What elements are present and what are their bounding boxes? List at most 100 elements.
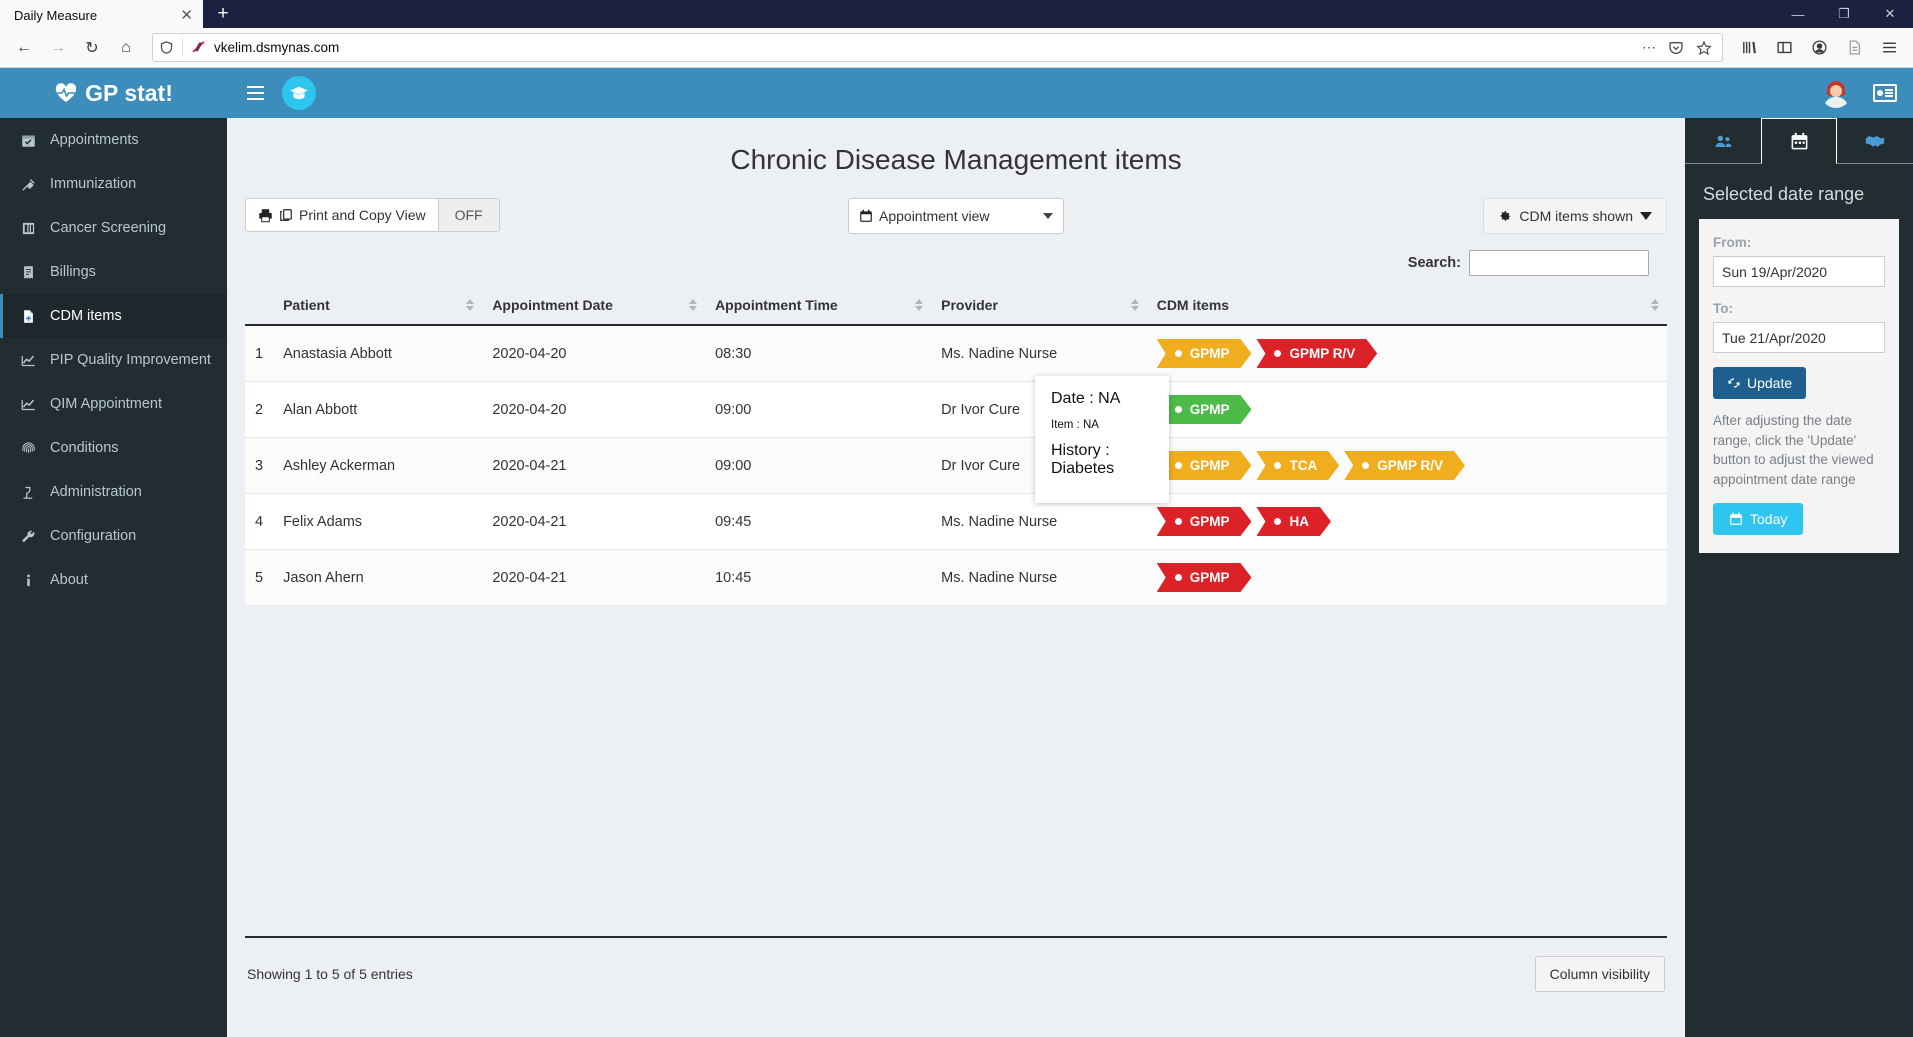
refresh-icon: [1727, 376, 1741, 390]
bookmark-star-icon[interactable]: [1696, 40, 1712, 56]
search-input[interactable]: [1469, 250, 1649, 276]
sidebar-item-configuration[interactable]: Configuration: [0, 514, 227, 558]
th-appointment-date-label: Appointment Date: [492, 297, 613, 313]
sidebar-item-cancer-screening[interactable]: Cancer Screening: [0, 206, 227, 250]
to-date-input[interactable]: [1713, 322, 1885, 353]
sidebar-item-qim-appointment[interactable]: QIM Appointment: [0, 382, 227, 426]
tracking-blocked-icon[interactable]: [191, 40, 206, 55]
right-panel-title: Selected date range: [1703, 184, 1865, 204]
sidebar-item-administration[interactable]: Administration: [0, 470, 227, 514]
cdm-badge[interactable]: HA: [1256, 507, 1331, 536]
cdm-table-panel: Patient Appointment Date Appointment Tim…: [245, 286, 1667, 992]
cdm-badge[interactable]: GPMP R/V: [1344, 451, 1465, 480]
cdm-items-shown-button[interactable]: CDM items shown: [1483, 198, 1667, 234]
cdm-badge[interactable]: GPMP: [1157, 507, 1252, 536]
chevron-down-icon: [1043, 213, 1053, 219]
shield-icon[interactable]: [159, 40, 174, 55]
cdm-badge[interactable]: GPMP: [1157, 563, 1252, 592]
th-cdm-items[interactable]: CDM items: [1146, 286, 1667, 326]
th-appointment-time[interactable]: Appointment Time: [705, 286, 932, 326]
sort-icon[interactable]: [689, 299, 698, 311]
cdm-badge[interactable]: GPMP: [1157, 451, 1252, 480]
cdm-badge-list: GPMP: [1157, 395, 1657, 424]
pocket-icon[interactable]: [1668, 40, 1684, 56]
badge-dot-icon: [1175, 406, 1182, 413]
library-icon[interactable]: [1733, 33, 1765, 63]
print-and-copy-view-button[interactable]: Print and Copy View: [246, 199, 438, 231]
table-row[interactable]: 3 Ashley Ackerman 2020-04-21 09:00 Dr Ivor C…: [245, 437, 1667, 494]
sort-icon[interactable]: [915, 299, 924, 311]
sort-icon[interactable]: [1130, 299, 1139, 311]
print-copy-label: Print and Copy View: [299, 207, 426, 223]
th-provider[interactable]: Provider: [931, 286, 1147, 326]
cell-appointment-date: 2020-04-20: [482, 381, 706, 438]
back-icon[interactable]: ←: [8, 33, 40, 63]
sort-icon[interactable]: [466, 299, 475, 311]
new-tab-button[interactable]: +: [203, 0, 243, 28]
update-label: Update: [1747, 375, 1793, 391]
cdm-badge[interactable]: GPMP: [1157, 339, 1252, 368]
cdm-badge-label: GPMP: [1189, 458, 1230, 473]
cdm-badge[interactable]: TCA: [1256, 451, 1339, 480]
cdm-badge-label: GPMP: [1189, 402, 1230, 417]
badge-dot-icon: [1274, 462, 1281, 469]
cdm-badge[interactable]: GPMP R/V: [1256, 339, 1377, 368]
cell-appointment-time: 09:00: [705, 437, 932, 494]
sidebar-item-immunization[interactable]: Immunization: [0, 162, 227, 206]
account-icon[interactable]: [1803, 33, 1835, 63]
address-bar[interactable]: vkelim.dsmynas.com ⋯: [152, 33, 1723, 62]
sidebar-toggle-icon[interactable]: [1768, 33, 1800, 63]
fingerprint-icon: [19, 441, 37, 456]
table-head: Patient Appointment Date Appointment Tim…: [245, 286, 1667, 326]
from-label: From:: [1713, 235, 1752, 250]
browser-tab-title: Daily Measure: [14, 7, 98, 23]
date-range-help-text: After adjusting the date range, click th…: [1713, 413, 1874, 487]
browser-tab[interactable]: Daily Measure ✕: [0, 0, 203, 28]
tab-handshake[interactable]: [1837, 118, 1913, 163]
update-button[interactable]: Update: [1713, 367, 1807, 399]
cdm-badge-label: GPMP R/V: [1289, 346, 1356, 361]
page-actions-icon[interactable]: ⋯: [1642, 39, 1656, 56]
reload-icon[interactable]: ↻: [76, 33, 108, 63]
sidebar-item-about[interactable]: About: [0, 558, 227, 602]
brand-logo[interactable]: GP stat!: [0, 68, 227, 118]
sidebar-item-appointments[interactable]: Appointments: [0, 118, 227, 162]
microscope-icon: [19, 485, 37, 500]
table-row[interactable]: 4 Felix Adams 2020-04-21 09:45 Ms. Nadine Nu…: [245, 493, 1667, 550]
maximize-icon[interactable]: ❐: [1821, 0, 1867, 28]
th-patient[interactable]: Patient: [273, 286, 483, 326]
column-visibility-button[interactable]: Column visibility: [1534, 956, 1665, 992]
forward-icon[interactable]: →: [42, 33, 74, 63]
app-menu-icon[interactable]: [1873, 33, 1905, 63]
tab-patients[interactable]: [1685, 118, 1761, 163]
table-row[interactable]: 1 Anastasia Abbott 2020-04-20 08:30 Ms. Nadi…: [245, 325, 1667, 382]
close-icon[interactable]: ✕: [180, 8, 193, 23]
avatar[interactable]: [1821, 78, 1851, 108]
copy-icon: [279, 208, 293, 222]
table-row[interactable]: 5 Jason Ahern 2020-04-21 10:45 Ms. Nadine Nu…: [245, 549, 1667, 606]
cell-cdm-items: GPMP GPMP R/V: [1146, 325, 1667, 382]
cdm-badge[interactable]: GPMP: [1157, 395, 1252, 424]
sidebar-item-conditions[interactable]: Conditions: [0, 426, 227, 470]
tab-date-range[interactable]: [1761, 118, 1837, 164]
sidebar-item-pip-quality-improvement[interactable]: PIP Quality Improvement: [0, 338, 227, 382]
th-appointment-date[interactable]: Appointment Date: [482, 286, 706, 326]
menu-toggle-icon[interactable]: [243, 82, 268, 105]
sidebar-item-cdm-items[interactable]: CDM items: [0, 294, 227, 338]
cell-index: 3: [245, 437, 274, 494]
minimize-icon[interactable]: —: [1775, 0, 1821, 28]
window-close-icon[interactable]: ✕: [1867, 0, 1913, 28]
receipt-icon: [19, 265, 37, 280]
home-icon[interactable]: ⌂: [110, 33, 142, 63]
graduation-cap-icon[interactable]: [282, 76, 316, 110]
reader-mode-icon[interactable]: [1838, 33, 1870, 63]
sidebar-item-billings[interactable]: Billings: [0, 250, 227, 294]
table-row[interactable]: 2 Alan Abbott 2020-04-20 09:00 Dr Ivor Cure G…: [245, 381, 1667, 438]
today-button[interactable]: Today: [1713, 503, 1804, 536]
sort-icon[interactable]: [1651, 299, 1659, 311]
body-row: Chronic Disease Management items Print a…: [227, 118, 1913, 1037]
view-select[interactable]: Appointment view: [848, 198, 1064, 234]
print-copy-state-toggle[interactable]: OFF: [437, 199, 499, 231]
id-card-icon[interactable]: [1873, 84, 1897, 102]
from-date-input[interactable]: [1713, 256, 1885, 287]
